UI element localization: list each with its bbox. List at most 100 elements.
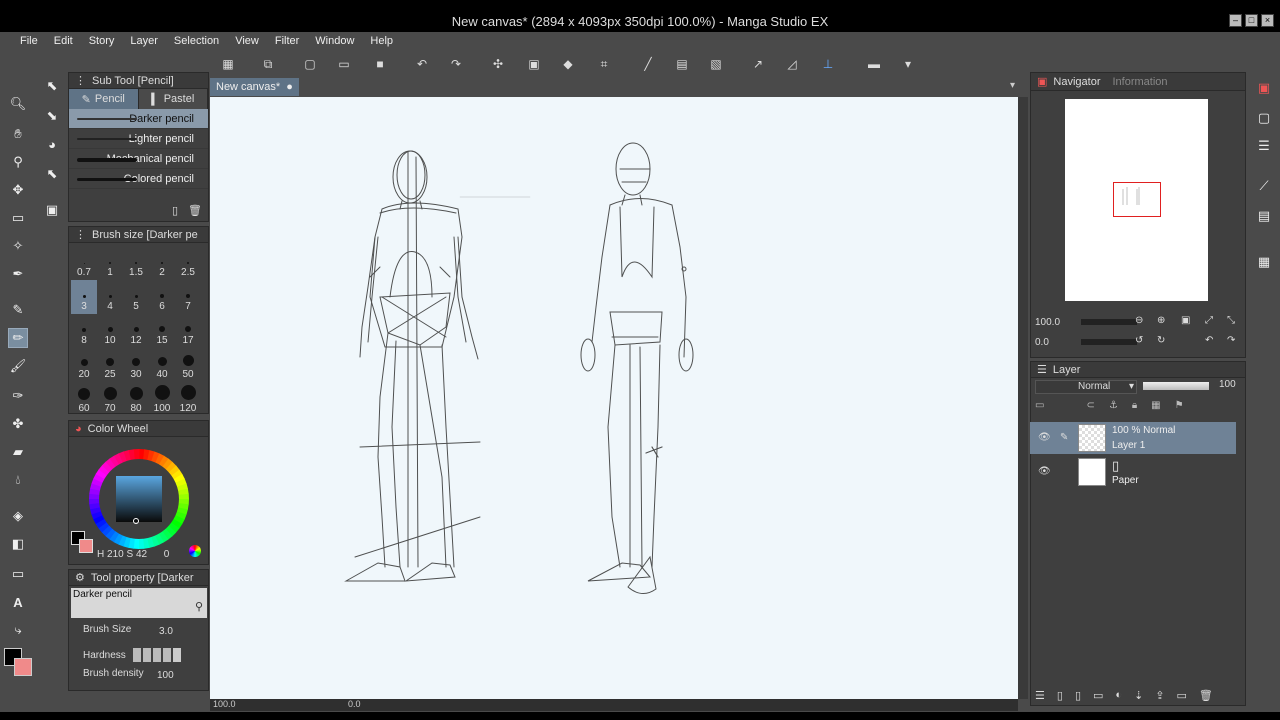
rotate-left-icon[interactable]: ↺ bbox=[1135, 335, 1143, 346]
menu-layer[interactable]: Layer bbox=[122, 35, 166, 47]
brush-icon[interactable]: 🖌︎ bbox=[8, 356, 28, 376]
brush-size-cell[interactable]: 3 bbox=[71, 280, 97, 314]
tab-navigator[interactable]: Navigator bbox=[1053, 76, 1100, 88]
eraser-tool-icon[interactable]: ▰ bbox=[8, 442, 28, 462]
merge-down-icon[interactable]: ⇣ bbox=[1134, 689, 1143, 702]
menu-story[interactable]: Story bbox=[81, 35, 123, 47]
clear-selection-icon[interactable]: ✣ bbox=[490, 56, 506, 72]
menu-selection[interactable]: Selection bbox=[166, 35, 227, 47]
navigator-rotation-slider[interactable] bbox=[1081, 339, 1137, 345]
figure-icon[interactable]: ▭ bbox=[8, 564, 28, 584]
brush-size-cell[interactable]: 0.7 bbox=[71, 246, 97, 280]
color-mode-icon[interactable] bbox=[189, 545, 201, 557]
brush-size-cell[interactable]: 70 bbox=[97, 382, 123, 416]
layer-search-icon[interactable]: ▤ bbox=[1254, 206, 1274, 226]
drawing-canvas[interactable] bbox=[210, 97, 1018, 699]
canvas-angle-readout[interactable]: 0.0 bbox=[348, 699, 361, 709]
fill-icon[interactable]: ▤ bbox=[674, 56, 690, 72]
eyedropper-icon[interactable]: ⚲ bbox=[8, 152, 28, 172]
list-item[interactable]: Colored pencil bbox=[69, 169, 208, 189]
select-layer-icon[interactable]: ⬉ bbox=[42, 76, 62, 96]
redo-icon[interactable]: ↷ bbox=[448, 56, 464, 72]
layer-row-paper[interactable]: 👁︎ ▯ Paper bbox=[1030, 456, 1236, 488]
menu-view[interactable]: View bbox=[227, 35, 267, 47]
menu-edit[interactable]: Edit bbox=[46, 35, 81, 47]
layer-property-icon[interactable]: ⟋ bbox=[1254, 176, 1274, 196]
airbrush-icon[interactable]: ✑ bbox=[8, 386, 28, 406]
blend-icon[interactable]: 💧︎ bbox=[8, 470, 28, 490]
mask-icon[interactable]: ◐ bbox=[1115, 689, 1122, 701]
density-value[interactable]: 100 bbox=[157, 670, 174, 681]
eye-icon[interactable]: 👁︎ bbox=[1038, 432, 1051, 443]
navigator-toggle-icon[interactable]: ▣ bbox=[1254, 78, 1274, 98]
maximize-button[interactable]: □ bbox=[1245, 14, 1258, 27]
brush-size-cell[interactable]: 25 bbox=[97, 348, 123, 382]
pencil-icon[interactable]: ✏ bbox=[8, 328, 28, 348]
fit-icon[interactable]: ▣ bbox=[1181, 315, 1190, 326]
brush-size-cell[interactable]: 17 bbox=[175, 314, 201, 348]
gradient-icon[interactable]: ◧ bbox=[8, 534, 28, 554]
opacity-slider[interactable] bbox=[1143, 382, 1209, 390]
vertical-scrollbar[interactable] bbox=[1018, 97, 1028, 699]
text-icon[interactable]: A bbox=[8, 592, 28, 612]
rotate-right-icon[interactable]: ↻ bbox=[1157, 335, 1165, 346]
workspace-icon[interactable]: ▬ bbox=[866, 56, 882, 72]
color-wheel[interactable] bbox=[89, 449, 189, 549]
brush-size-cell[interactable]: 60 bbox=[71, 382, 97, 416]
close-button[interactable]: × bbox=[1261, 14, 1274, 27]
hardness-slider[interactable] bbox=[133, 648, 181, 662]
tab-information[interactable]: Information bbox=[1112, 76, 1167, 88]
navigator-zoom-slider[interactable] bbox=[1081, 319, 1137, 325]
clip-icon[interactable]: ⊂ bbox=[1086, 400, 1094, 414]
brush-size-cell[interactable]: 1 bbox=[97, 246, 123, 280]
navigator-rotation[interactable]: 0.0 bbox=[1035, 337, 1049, 348]
brush-size-cell[interactable]: 40 bbox=[149, 348, 175, 382]
brush-size-cell[interactable]: 8 bbox=[71, 314, 97, 348]
brush-size-cell[interactable]: 1.5 bbox=[123, 246, 149, 280]
color-wheel-icon[interactable]: ◕ bbox=[42, 134, 62, 154]
reference-icon[interactable]: ⚓ bbox=[1109, 400, 1118, 414]
brush-size-cell[interactable]: 100 bbox=[149, 382, 175, 416]
brush-size-cell[interactable]: 5 bbox=[123, 280, 149, 314]
draft-icon[interactable]: ⚑ bbox=[1175, 400, 1184, 414]
layer-row-layer-1[interactable]: 👁︎ ✎ 100 % Normal Layer 1 bbox=[1030, 422, 1236, 454]
reset-rotation-icon[interactable]: ↶ bbox=[1205, 335, 1213, 346]
new-file-icon[interactable]: ▢ bbox=[302, 56, 318, 72]
open-folder-icon[interactable]: ▭ bbox=[336, 56, 352, 72]
pen-icon[interactable]: ✒ bbox=[8, 264, 28, 284]
new-subtool-icon[interactable]: ▯ bbox=[172, 204, 178, 217]
delete-layer-icon[interactable]: 🗑︎ bbox=[1199, 689, 1213, 702]
brush-size-cell[interactable]: 6 bbox=[149, 280, 175, 314]
new-vector-layer-icon[interactable]: ▯ bbox=[1075, 689, 1081, 702]
brush-size-cell[interactable]: 2.5 bbox=[175, 246, 201, 280]
eraser-icon[interactable]: ◆ bbox=[560, 56, 576, 72]
sub-color-swatch[interactable] bbox=[14, 658, 32, 676]
sub-color-chip[interactable] bbox=[79, 539, 93, 553]
lasso-icon[interactable]: ✧ bbox=[8, 236, 28, 256]
snap-ruler-icon[interactable]: ↗ bbox=[750, 56, 766, 72]
new-folder-icon[interactable]: ▭ bbox=[1093, 689, 1103, 702]
brush-size-cell[interactable]: 10 bbox=[97, 314, 123, 348]
grid-icon[interactable]: ▦ bbox=[220, 56, 236, 72]
trash-icon[interactable]: 🗑︎ bbox=[188, 204, 202, 217]
tab-pastel[interactable]: ▍ Pastel bbox=[138, 89, 208, 109]
select-all-icon[interactable]: ▣ bbox=[526, 56, 542, 72]
opacity-value[interactable]: 100 bbox=[1219, 379, 1236, 390]
saturation-square[interactable] bbox=[116, 476, 162, 522]
chevron-down-icon[interactable]: ▾ bbox=[900, 56, 916, 72]
canvas-zoom-readout[interactable]: 100.0 bbox=[213, 699, 236, 709]
material-icon[interactable]: ▦ bbox=[1254, 252, 1274, 272]
flip-vertical-icon[interactable]: ⤡ bbox=[1227, 315, 1235, 326]
lock-icon[interactable]: 🔒︎ bbox=[1132, 400, 1137, 414]
horizontal-scrollbar[interactable]: 100.0 0.0 bbox=[210, 699, 1018, 711]
tab-pencil[interactable]: ✎ Pencil bbox=[69, 89, 139, 109]
blend-mode-select[interactable]: Normal ▾ bbox=[1035, 380, 1137, 394]
selection-icon[interactable]: ▭ bbox=[8, 208, 28, 228]
undo-icon[interactable]: ↶ bbox=[414, 56, 430, 72]
tab-new-canvas[interactable]: New canvas* ● bbox=[210, 78, 299, 96]
menu-help[interactable]: Help bbox=[362, 35, 401, 47]
brush-size-cell[interactable]: 80 bbox=[123, 382, 149, 416]
brush-size-cell[interactable]: 120 bbox=[175, 382, 201, 416]
brush-size-cell[interactable]: 15 bbox=[149, 314, 175, 348]
layer-mask-icon[interactable]: ▧ bbox=[708, 56, 724, 72]
